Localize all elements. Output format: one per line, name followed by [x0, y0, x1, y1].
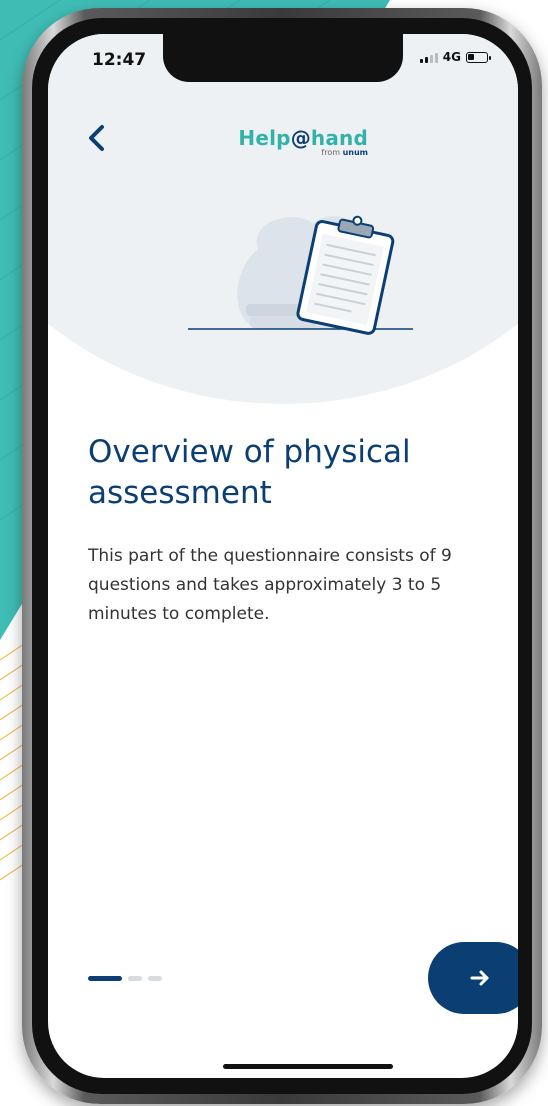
signal-icon [419, 52, 438, 63]
chevron-left-icon [89, 125, 104, 151]
page-description: This part of the questionnaire consists … [88, 546, 452, 624]
page-title: Overview of physical assessment [88, 434, 411, 511]
pagination-dot-1 [88, 976, 122, 981]
battery-icon [466, 51, 491, 63]
app-screen: 12:47 4G Help@hand from unum Overview of… [48, 34, 518, 1078]
network-type: 4G [442, 50, 461, 64]
logo-wordmark: Help@hand [238, 126, 368, 150]
back-button[interactable] [82, 118, 112, 158]
clipboard-illustration [188, 215, 413, 335]
next-button[interactable] [428, 942, 518, 1014]
arrow-right-icon [470, 970, 489, 986]
pagination-dots [88, 976, 162, 981]
status-indicators: 4G [419, 50, 491, 64]
camera-notch [163, 34, 403, 82]
app-logo: Help@hand from unum [228, 126, 368, 157]
pagination-dot-3 [148, 976, 162, 981]
pagination-dot-2 [128, 976, 142, 981]
home-indicator[interactable] [223, 1064, 393, 1069]
status-time: 12:47 [92, 50, 147, 70]
